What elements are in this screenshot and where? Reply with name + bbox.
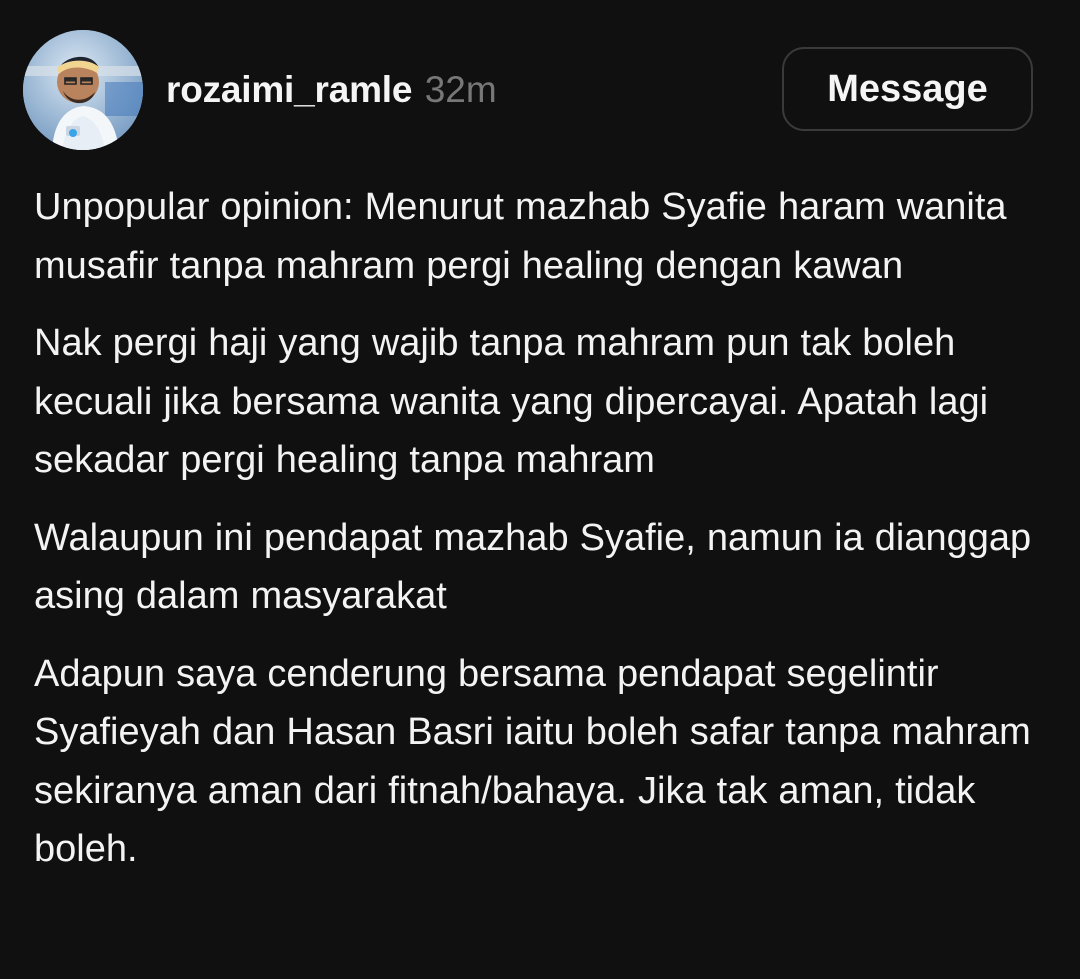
author-avatar[interactable] bbox=[23, 30, 143, 150]
social-post: rozaimi_ramle 32m Message Unpopular opin… bbox=[0, 0, 1080, 979]
post-paragraph-4: Adapun saya cenderung bersama pendapat s… bbox=[34, 652, 1031, 871]
post-header: rozaimi_ramle 32m Message bbox=[0, 0, 1080, 160]
post-paragraph-1: Unpopular opinion: Menurut mazhab Syafie… bbox=[34, 186, 1007, 287]
author-username[interactable]: rozaimi_ramle bbox=[166, 69, 412, 110]
post-meta: rozaimi_ramle 32m bbox=[166, 66, 497, 114]
profile-photo-avatar-icon bbox=[23, 30, 143, 150]
post-content: Unpopular opinion: Menurut mazhab Syafie… bbox=[34, 178, 1044, 879]
post-paragraph-3: Walaupun ini pendapat mazhab Syafie, nam… bbox=[34, 516, 1032, 618]
post-paragraph-2: Nak pergi haji yang wajib tanpa mahram p… bbox=[34, 322, 989, 481]
message-button[interactable]: Message bbox=[782, 47, 1033, 131]
post-timestamp: 32m bbox=[424, 69, 497, 110]
